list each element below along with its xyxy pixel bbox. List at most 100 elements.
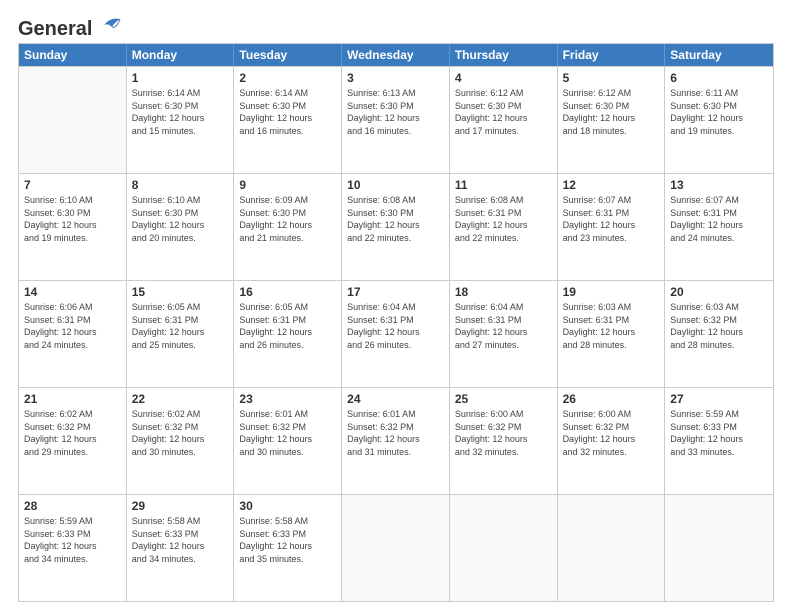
calendar-cell: 1Sunrise: 6:14 AM Sunset: 6:30 PM Daylig… bbox=[127, 67, 235, 173]
day-info: Sunrise: 5:59 AM Sunset: 6:33 PM Dayligh… bbox=[24, 515, 121, 565]
day-number: 6 bbox=[670, 70, 768, 86]
calendar-cell: 15Sunrise: 6:05 AM Sunset: 6:31 PM Dayli… bbox=[127, 281, 235, 387]
day-number: 13 bbox=[670, 177, 768, 193]
logo-bird-icon bbox=[94, 15, 122, 37]
day-number: 15 bbox=[132, 284, 229, 300]
day-header-tuesday: Tuesday bbox=[234, 44, 342, 66]
calendar-cell bbox=[450, 495, 558, 601]
calendar-cell bbox=[558, 495, 666, 601]
day-info: Sunrise: 6:07 AM Sunset: 6:31 PM Dayligh… bbox=[563, 194, 660, 244]
day-number: 22 bbox=[132, 391, 229, 407]
day-info: Sunrise: 6:12 AM Sunset: 6:30 PM Dayligh… bbox=[455, 87, 552, 137]
calendar-cell: 2Sunrise: 6:14 AM Sunset: 6:30 PM Daylig… bbox=[234, 67, 342, 173]
day-number: 5 bbox=[563, 70, 660, 86]
day-info: Sunrise: 6:01 AM Sunset: 6:32 PM Dayligh… bbox=[239, 408, 336, 458]
calendar-cell: 4Sunrise: 6:12 AM Sunset: 6:30 PM Daylig… bbox=[450, 67, 558, 173]
calendar-cell: 24Sunrise: 6:01 AM Sunset: 6:32 PM Dayli… bbox=[342, 388, 450, 494]
day-number: 23 bbox=[239, 391, 336, 407]
day-number: 12 bbox=[563, 177, 660, 193]
day-number: 21 bbox=[24, 391, 121, 407]
calendar-cell: 18Sunrise: 6:04 AM Sunset: 6:31 PM Dayli… bbox=[450, 281, 558, 387]
day-number: 10 bbox=[347, 177, 444, 193]
day-info: Sunrise: 6:13 AM Sunset: 6:30 PM Dayligh… bbox=[347, 87, 444, 137]
day-info: Sunrise: 6:05 AM Sunset: 6:31 PM Dayligh… bbox=[239, 301, 336, 351]
day-info: Sunrise: 6:14 AM Sunset: 6:30 PM Dayligh… bbox=[132, 87, 229, 137]
calendar-cell: 11Sunrise: 6:08 AM Sunset: 6:31 PM Dayli… bbox=[450, 174, 558, 280]
day-info: Sunrise: 6:05 AM Sunset: 6:31 PM Dayligh… bbox=[132, 301, 229, 351]
day-number: 16 bbox=[239, 284, 336, 300]
day-info: Sunrise: 6:09 AM Sunset: 6:30 PM Dayligh… bbox=[239, 194, 336, 244]
day-number: 27 bbox=[670, 391, 768, 407]
day-number: 20 bbox=[670, 284, 768, 300]
day-number: 2 bbox=[239, 70, 336, 86]
calendar-cell: 14Sunrise: 6:06 AM Sunset: 6:31 PM Dayli… bbox=[19, 281, 127, 387]
page: General SundayMondayTuesdayWednesdayThur… bbox=[0, 0, 792, 612]
day-info: Sunrise: 6:08 AM Sunset: 6:30 PM Dayligh… bbox=[347, 194, 444, 244]
calendar-cell bbox=[665, 495, 773, 601]
day-info: Sunrise: 6:01 AM Sunset: 6:32 PM Dayligh… bbox=[347, 408, 444, 458]
calendar-week-4: 21Sunrise: 6:02 AM Sunset: 6:32 PM Dayli… bbox=[19, 387, 773, 494]
day-info: Sunrise: 6:10 AM Sunset: 6:30 PM Dayligh… bbox=[132, 194, 229, 244]
day-info: Sunrise: 6:00 AM Sunset: 6:32 PM Dayligh… bbox=[455, 408, 552, 458]
calendar-cell: 5Sunrise: 6:12 AM Sunset: 6:30 PM Daylig… bbox=[558, 67, 666, 173]
day-header-sunday: Sunday bbox=[19, 44, 127, 66]
calendar-cell: 6Sunrise: 6:11 AM Sunset: 6:30 PM Daylig… bbox=[665, 67, 773, 173]
calendar-cell: 22Sunrise: 6:02 AM Sunset: 6:32 PM Dayli… bbox=[127, 388, 235, 494]
calendar-week-5: 28Sunrise: 5:59 AM Sunset: 6:33 PM Dayli… bbox=[19, 494, 773, 601]
calendar-cell: 25Sunrise: 6:00 AM Sunset: 6:32 PM Dayli… bbox=[450, 388, 558, 494]
day-info: Sunrise: 6:03 AM Sunset: 6:31 PM Dayligh… bbox=[563, 301, 660, 351]
day-info: Sunrise: 5:59 AM Sunset: 6:33 PM Dayligh… bbox=[670, 408, 768, 458]
day-number: 7 bbox=[24, 177, 121, 193]
calendar-cell: 29Sunrise: 5:58 AM Sunset: 6:33 PM Dayli… bbox=[127, 495, 235, 601]
calendar-week-3: 14Sunrise: 6:06 AM Sunset: 6:31 PM Dayli… bbox=[19, 280, 773, 387]
day-info: Sunrise: 6:14 AM Sunset: 6:30 PM Dayligh… bbox=[239, 87, 336, 137]
calendar-cell: 16Sunrise: 6:05 AM Sunset: 6:31 PM Dayli… bbox=[234, 281, 342, 387]
day-number: 17 bbox=[347, 284, 444, 300]
day-number: 11 bbox=[455, 177, 552, 193]
logo: General bbox=[18, 18, 122, 35]
calendar-cell: 23Sunrise: 6:01 AM Sunset: 6:32 PM Dayli… bbox=[234, 388, 342, 494]
calendar-body: 1Sunrise: 6:14 AM Sunset: 6:30 PM Daylig… bbox=[19, 66, 773, 601]
day-info: Sunrise: 6:02 AM Sunset: 6:32 PM Dayligh… bbox=[24, 408, 121, 458]
day-info: Sunrise: 6:04 AM Sunset: 6:31 PM Dayligh… bbox=[347, 301, 444, 351]
day-info: Sunrise: 6:08 AM Sunset: 6:31 PM Dayligh… bbox=[455, 194, 552, 244]
day-number: 29 bbox=[132, 498, 229, 514]
calendar-cell: 9Sunrise: 6:09 AM Sunset: 6:30 PM Daylig… bbox=[234, 174, 342, 280]
calendar-week-2: 7Sunrise: 6:10 AM Sunset: 6:30 PM Daylig… bbox=[19, 173, 773, 280]
calendar-cell: 7Sunrise: 6:10 AM Sunset: 6:30 PM Daylig… bbox=[19, 174, 127, 280]
logo-general: General bbox=[18, 18, 92, 41]
day-header-friday: Friday bbox=[558, 44, 666, 66]
calendar-cell: 28Sunrise: 5:59 AM Sunset: 6:33 PM Dayli… bbox=[19, 495, 127, 601]
calendar-cell bbox=[19, 67, 127, 173]
calendar-cell: 26Sunrise: 6:00 AM Sunset: 6:32 PM Dayli… bbox=[558, 388, 666, 494]
calendar-header: SundayMondayTuesdayWednesdayThursdayFrid… bbox=[19, 44, 773, 66]
day-info: Sunrise: 6:02 AM Sunset: 6:32 PM Dayligh… bbox=[132, 408, 229, 458]
day-number: 25 bbox=[455, 391, 552, 407]
day-info: Sunrise: 6:12 AM Sunset: 6:30 PM Dayligh… bbox=[563, 87, 660, 137]
day-header-thursday: Thursday bbox=[450, 44, 558, 66]
day-info: Sunrise: 6:10 AM Sunset: 6:30 PM Dayligh… bbox=[24, 194, 121, 244]
day-number: 24 bbox=[347, 391, 444, 407]
day-number: 26 bbox=[563, 391, 660, 407]
calendar-week-1: 1Sunrise: 6:14 AM Sunset: 6:30 PM Daylig… bbox=[19, 66, 773, 173]
day-number: 9 bbox=[239, 177, 336, 193]
calendar-cell: 13Sunrise: 6:07 AM Sunset: 6:31 PM Dayli… bbox=[665, 174, 773, 280]
day-info: Sunrise: 6:00 AM Sunset: 6:32 PM Dayligh… bbox=[563, 408, 660, 458]
calendar-cell bbox=[342, 495, 450, 601]
calendar-cell: 30Sunrise: 5:58 AM Sunset: 6:33 PM Dayli… bbox=[234, 495, 342, 601]
calendar-cell: 10Sunrise: 6:08 AM Sunset: 6:30 PM Dayli… bbox=[342, 174, 450, 280]
day-number: 1 bbox=[132, 70, 229, 86]
day-number: 18 bbox=[455, 284, 552, 300]
day-info: Sunrise: 5:58 AM Sunset: 6:33 PM Dayligh… bbox=[132, 515, 229, 565]
calendar-cell: 19Sunrise: 6:03 AM Sunset: 6:31 PM Dayli… bbox=[558, 281, 666, 387]
day-info: Sunrise: 6:06 AM Sunset: 6:31 PM Dayligh… bbox=[24, 301, 121, 351]
day-header-saturday: Saturday bbox=[665, 44, 773, 66]
day-number: 14 bbox=[24, 284, 121, 300]
day-info: Sunrise: 6:11 AM Sunset: 6:30 PM Dayligh… bbox=[670, 87, 768, 137]
day-info: Sunrise: 6:04 AM Sunset: 6:31 PM Dayligh… bbox=[455, 301, 552, 351]
day-info: Sunrise: 6:03 AM Sunset: 6:32 PM Dayligh… bbox=[670, 301, 768, 351]
calendar-cell: 12Sunrise: 6:07 AM Sunset: 6:31 PM Dayli… bbox=[558, 174, 666, 280]
calendar-cell: 21Sunrise: 6:02 AM Sunset: 6:32 PM Dayli… bbox=[19, 388, 127, 494]
day-number: 4 bbox=[455, 70, 552, 86]
day-header-wednesday: Wednesday bbox=[342, 44, 450, 66]
